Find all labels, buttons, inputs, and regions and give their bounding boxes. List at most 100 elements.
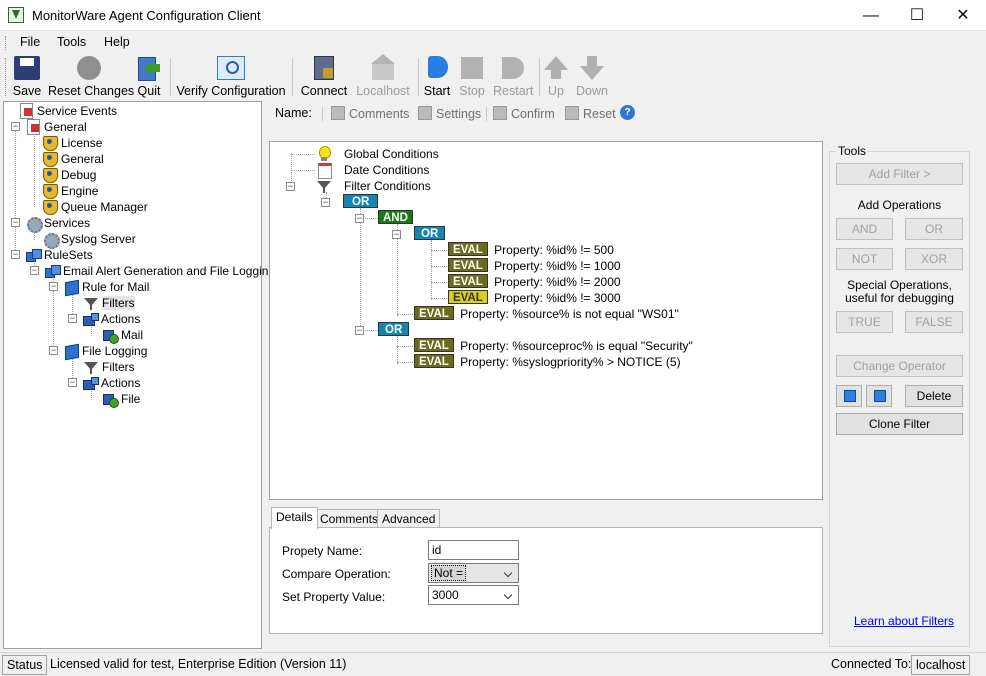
collapse-toggle[interactable]: −	[392, 230, 401, 239]
collapse-toggle[interactable]: −	[49, 346, 58, 355]
collapse-toggle[interactable]: −	[49, 282, 58, 291]
tree-item-general-settings[interactable]: General	[42, 151, 104, 167]
tree-item-actions-file[interactable]: − Actions	[68, 375, 140, 391]
condition-label: Property: %source% is not equal "WS01"	[460, 307, 679, 321]
down-label: Down	[576, 84, 608, 98]
tab-comments[interactable]: Comments	[315, 509, 384, 529]
eval-condition-node[interactable]: EVAL Property: %id% != 2000	[448, 274, 621, 290]
eval-condition-node[interactable]: EVAL Property: %id% != 1000	[448, 258, 621, 274]
tree-item-service-events[interactable]: Service Events	[18, 103, 117, 119]
tree-item-file[interactable]: File	[102, 391, 140, 408]
tree-line	[397, 362, 413, 363]
tree-item-rulesets[interactable]: − RuleSets	[11, 247, 93, 263]
xor-button[interactable]: XOR	[905, 248, 963, 270]
tree-item-email-alert-ruleset[interactable]: − Email Alert Generation and File Loggin…	[30, 263, 275, 279]
title-bar: MonitorWare Agent Configuration Client —…	[0, 0, 986, 31]
collapse-toggle[interactable]: −	[68, 314, 77, 323]
tree-item-services[interactable]: − Services	[11, 215, 90, 233]
tree-item-mail[interactable]: Mail	[102, 327, 143, 344]
and-button[interactable]: AND	[836, 218, 893, 240]
tree-line	[15, 124, 16, 254]
reset-button[interactable]: Reset	[565, 106, 616, 121]
move-up-button[interactable]	[836, 385, 862, 407]
and-operator-node[interactable]: AND	[378, 210, 413, 226]
or-operator-node[interactable]: OR	[343, 194, 379, 210]
collapse-toggle[interactable]: −	[355, 326, 364, 335]
stop-label: Stop	[459, 84, 485, 98]
reset-changes-button[interactable]: Reset Changes	[48, 56, 134, 100]
tree-item-license[interactable]: License	[42, 135, 102, 151]
menu-tools[interactable]: Tools	[57, 35, 86, 49]
connect-button[interactable]: Connect	[299, 56, 349, 100]
learn-about-filters-link[interactable]: Learn about Filters	[854, 614, 954, 628]
condition-label: Property: %id% != 2000	[494, 275, 621, 289]
collapse-toggle[interactable]: −	[355, 214, 364, 223]
menu-bar: File Tools Help	[0, 32, 986, 54]
or-badge: OR	[343, 194, 379, 208]
delete-button[interactable]: Delete	[905, 385, 963, 407]
tree-item-rule-for-mail[interactable]: − Rule for Mail	[49, 279, 149, 295]
collapse-toggle[interactable]: −	[11, 218, 20, 227]
true-button[interactable]: TRUE	[836, 311, 893, 333]
tree-item-general[interactable]: − General	[11, 119, 87, 135]
tree-item-filters-mail[interactable]: Filters	[83, 295, 135, 311]
tree-item-queue-manager[interactable]: Queue Manager	[42, 199, 148, 215]
collapse-toggle[interactable]: −	[68, 378, 77, 387]
menu-file[interactable]: File	[20, 35, 40, 49]
house-icon	[370, 54, 396, 80]
tab-details[interactable]: Details	[271, 507, 318, 529]
restart-button[interactable]: Restart	[493, 56, 533, 100]
tree-item-filters-file[interactable]: Filters	[83, 359, 135, 375]
eval-condition-node[interactable]: EVAL Property: %id% != 500	[448, 242, 614, 258]
menu-help[interactable]: Help	[104, 35, 130, 49]
collapse-toggle[interactable]: −	[11, 250, 20, 259]
or-operator-node[interactable]: OR	[378, 322, 410, 338]
not-button[interactable]: NOT	[836, 248, 893, 270]
property-name-label: Propety Name:	[282, 544, 363, 558]
change-operator-button[interactable]: Change Operator	[836, 355, 963, 377]
eval-condition-node[interactable]: EVAL Property: %source% is not equal "WS…	[414, 306, 679, 322]
minimize-button[interactable]: —	[848, 0, 894, 31]
global-conditions-node[interactable]: Global Conditions	[316, 146, 439, 162]
tree-item-syslog-server[interactable]: Syslog Server	[42, 231, 136, 249]
compare-operation-select[interactable]: Not =	[428, 563, 519, 583]
tree-item-file-logging[interactable]: − File Logging	[49, 343, 147, 359]
localhost-button[interactable]: Localhost	[355, 54, 411, 100]
move-down-button[interactable]	[866, 385, 892, 407]
collapse-toggle[interactable]: −	[286, 182, 295, 191]
collapse-toggle[interactable]: −	[321, 198, 330, 207]
maximize-button[interactable]: ☐	[894, 0, 940, 31]
tree-item-debug[interactable]: Debug	[42, 167, 96, 183]
start-button[interactable]: Start	[423, 56, 451, 100]
up-button[interactable]: Up	[543, 56, 569, 100]
close-button[interactable]: ✕	[940, 0, 986, 31]
tree-item-actions-mail[interactable]: − Actions	[68, 311, 140, 327]
clone-filter-button[interactable]: Clone Filter	[836, 413, 963, 435]
status-bar: Status Licensed valid for test, Enterpri…	[0, 652, 986, 676]
confirm-button[interactable]: Confirm	[493, 106, 555, 121]
down-button[interactable]: Down	[574, 56, 610, 100]
or-operator-node[interactable]: OR	[414, 226, 446, 242]
settings-button[interactable]: Settings	[418, 106, 481, 121]
eval-condition-node-selected[interactable]: EVAL Property: %id% != 3000	[448, 290, 621, 306]
save-button[interactable]: Save	[12, 56, 42, 100]
eval-condition-node[interactable]: EVAL Property: %syslogpriority% > NOTICE…	[414, 354, 681, 370]
quit-button[interactable]: Quit	[135, 56, 163, 100]
comments-button[interactable]: Comments	[331, 106, 409, 121]
add-filter-button[interactable]: Add Filter >	[836, 163, 963, 185]
stop-button[interactable]: Stop	[457, 56, 487, 100]
compare-operation-label: Compare Operation:	[282, 567, 391, 581]
tree-item-engine[interactable]: Engine	[42, 183, 98, 199]
set-property-value-combo[interactable]: 3000	[428, 585, 519, 605]
false-button[interactable]: FALSE	[905, 311, 963, 333]
date-conditions-node[interactable]: Date Conditions	[316, 162, 429, 179]
help-icon[interactable]: ?	[620, 105, 635, 120]
collapse-toggle[interactable]: −	[30, 266, 39, 275]
collapse-toggle[interactable]: −	[11, 122, 20, 131]
eval-condition-node[interactable]: EVAL Property: %sourceproc% is equal "Se…	[414, 338, 693, 354]
filter-conditions-node[interactable]: Filter Conditions	[316, 178, 431, 194]
verify-configuration-button[interactable]: Verify Configuration	[176, 56, 286, 100]
tab-advanced[interactable]: Advanced	[377, 509, 441, 529]
or-button[interactable]: OR	[905, 218, 963, 240]
property-name-input[interactable]: id	[428, 540, 519, 560]
